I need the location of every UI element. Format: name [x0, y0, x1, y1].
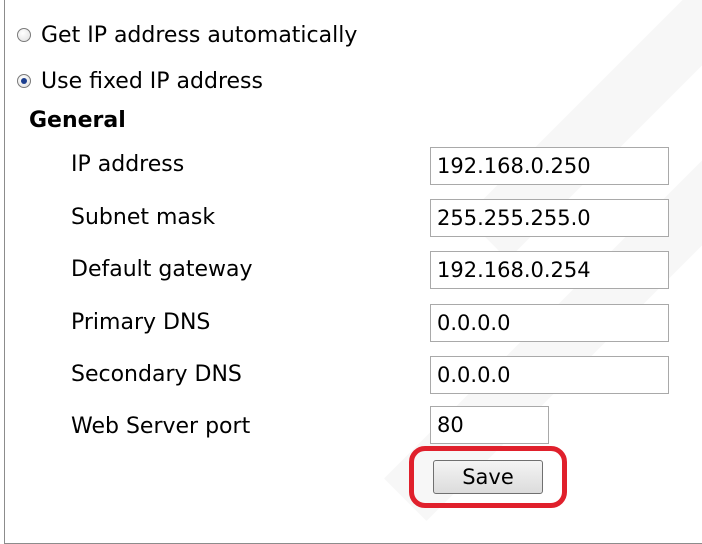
subnet-mask-field[interactable]: 255.255.255.0	[430, 199, 669, 237]
secondary-dns-field[interactable]: 0.0.0.0	[430, 356, 669, 394]
primary-dns-label: Primary DNS	[71, 310, 211, 335]
ip-address-field[interactable]: 192.168.0.250	[430, 147, 669, 185]
radio-auto-ip[interactable]	[17, 28, 31, 42]
radio-fixed-ip[interactable]	[17, 74, 31, 88]
get-ip-automatically-label: Get IP address automatically	[41, 22, 358, 48]
primary-dns-field[interactable]: 0.0.0.0	[430, 304, 669, 342]
default-gateway-label: Default gateway	[71, 257, 253, 282]
subnet-mask-label: Subnet mask	[71, 205, 216, 230]
ip-address-label: IP address	[71, 152, 185, 177]
save-highlight-marker	[409, 446, 567, 508]
web-server-port-label: Web Server port	[71, 414, 251, 439]
get-ip-automatically-option[interactable]: Get IP address automatically	[17, 20, 357, 50]
use-fixed-ip-option[interactable]: Use fixed IP address	[17, 66, 263, 96]
general-section-title: General	[29, 108, 126, 133]
network-settings-panel: Get IP address automatically Use fixed I…	[4, 0, 702, 544]
use-fixed-ip-label: Use fixed IP address	[41, 68, 263, 94]
default-gateway-field[interactable]: 192.168.0.254	[430, 251, 669, 289]
web-server-port-field[interactable]: 80	[430, 406, 549, 444]
secondary-dns-label: Secondary DNS	[71, 362, 242, 387]
